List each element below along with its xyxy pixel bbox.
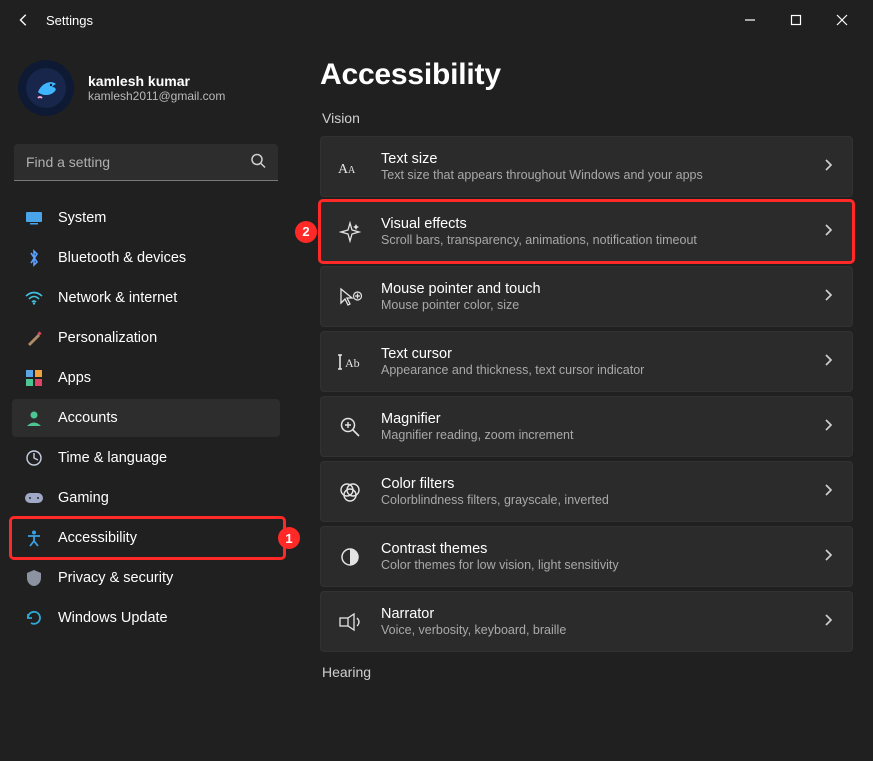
sidebar-item-label: Apps [58, 370, 91, 386]
highlight-badge: 2 [295, 221, 317, 243]
sidebar-item-bluetooth[interactable]: Bluetooth & devices [12, 239, 280, 277]
card-subtitle: Voice, verbosity, keyboard, braille [381, 623, 566, 637]
accounts-icon [24, 408, 44, 428]
card-title: Text size [381, 151, 703, 167]
sidebar-item-label: Time & language [58, 450, 167, 466]
chevron-right-icon [822, 223, 834, 241]
card-text-size[interactable]: AA Text size Text size that appears thro… [320, 136, 853, 197]
card-narrator[interactable]: Narrator Voice, verbosity, keyboard, bra… [320, 591, 853, 652]
chevron-right-icon [822, 158, 834, 176]
sidebar-item-gaming[interactable]: Gaming [12, 479, 280, 517]
card-title: Color filters [381, 476, 609, 492]
chevron-right-icon [822, 483, 834, 501]
sidebar-item-apps[interactable]: Apps [12, 359, 280, 397]
personalization-icon [24, 328, 44, 348]
sidebar-item-label: Accounts [58, 410, 118, 426]
card-magnifier[interactable]: Magnifier Magnifier reading, zoom increm… [320, 396, 853, 457]
card-mouse-pointer[interactable]: Mouse pointer and touch Mouse pointer co… [320, 266, 853, 327]
chevron-right-icon [822, 548, 834, 566]
highlight-box [9, 516, 286, 560]
sidebar-item-time-language[interactable]: Time & language [12, 439, 280, 477]
sidebar-item-label: Bluetooth & devices [58, 250, 186, 266]
chevron-right-icon [822, 418, 834, 436]
visual-effects-icon [337, 219, 363, 245]
card-color-filters[interactable]: Color filters Colorblindness filters, gr… [320, 461, 853, 522]
profile-block[interactable]: kamlesh kumar kamlesh2011@gmail.com [12, 50, 280, 126]
cards-list: AA Text size Text size that appears thro… [320, 136, 853, 652]
window-controls [727, 4, 865, 36]
avatar [18, 60, 74, 116]
sidebar-item-label: Personalization [58, 330, 157, 346]
sidebar-item-accessibility[interactable]: Accessibility1 [12, 519, 280, 557]
card-subtitle: Colorblindness filters, grayscale, inver… [381, 493, 609, 507]
chevron-right-icon [822, 613, 834, 631]
section-header: Hearing [322, 664, 853, 680]
sidebar-item-personalization[interactable]: Personalization [12, 319, 280, 357]
text-cursor-icon: Ab [337, 349, 363, 375]
gaming-icon [24, 488, 44, 508]
sidebar-item-network[interactable]: Network & internet [12, 279, 280, 317]
card-subtitle: Mouse pointer color, size [381, 298, 541, 312]
sidebar-item-label: System [58, 210, 106, 226]
apps-icon [24, 368, 44, 388]
card-subtitle: Text size that appears throughout Window… [381, 168, 703, 182]
svg-text:Ab: Ab [345, 356, 360, 370]
section-header: Vision [322, 110, 853, 126]
sidebar-nav: System Bluetooth & devices Network & int… [12, 199, 280, 637]
card-subtitle: Scroll bars, transparency, animations, n… [381, 233, 697, 247]
card-title: Mouse pointer and touch [381, 281, 541, 297]
card-subtitle: Color themes for low vision, light sensi… [381, 558, 619, 572]
minimize-button[interactable] [727, 4, 773, 36]
titlebar: Settings [0, 0, 873, 40]
card-title: Magnifier [381, 411, 573, 427]
card-title: Narrator [381, 606, 566, 622]
maximize-button[interactable] [773, 4, 819, 36]
narrator-icon [337, 609, 363, 635]
sidebar-item-system[interactable]: System [12, 199, 280, 237]
svg-text:A: A [348, 165, 356, 176]
windows-update-icon [24, 608, 44, 628]
network-icon [24, 288, 44, 308]
card-title: Contrast themes [381, 541, 619, 557]
card-visual-effects[interactable]: Visual effects Scroll bars, transparency… [320, 201, 853, 262]
card-subtitle: Appearance and thickness, text cursor in… [381, 363, 644, 377]
sidebar: kamlesh kumar kamlesh2011@gmail.com Syst… [0, 40, 292, 761]
sidebar-item-label: Accessibility [58, 530, 137, 546]
sidebar-item-windows-update[interactable]: Windows Update [12, 599, 280, 637]
chevron-right-icon [822, 288, 834, 306]
time-language-icon [24, 448, 44, 468]
privacy-icon [24, 568, 44, 588]
page-title: Accessibility [320, 58, 853, 92]
search-container [14, 144, 278, 181]
profile-email: kamlesh2011@gmail.com [88, 89, 225, 103]
sidebar-item-label: Privacy & security [58, 570, 173, 586]
sidebar-item-label: Network & internet [58, 290, 177, 306]
sidebar-item-label: Gaming [58, 490, 109, 506]
window-title: Settings [46, 13, 93, 28]
card-subtitle: Magnifier reading, zoom increment [381, 428, 573, 442]
text-size-icon: AA [337, 154, 363, 180]
main-content: Accessibility Vision AA Text size Text s… [292, 40, 873, 761]
search-input[interactable] [14, 144, 278, 181]
sidebar-item-label: Windows Update [58, 610, 168, 626]
sidebar-item-accounts[interactable]: Accounts [12, 399, 280, 437]
bluetooth-icon [24, 248, 44, 268]
chevron-right-icon [822, 353, 834, 371]
magnifier-icon [337, 414, 363, 440]
profile-name: kamlesh kumar [88, 73, 225, 89]
color-filters-icon [337, 479, 363, 505]
highlight-badge: 1 [278, 527, 300, 549]
card-contrast[interactable]: Contrast themes Color themes for low vis… [320, 526, 853, 587]
close-button[interactable] [819, 4, 865, 36]
sidebar-item-privacy[interactable]: Privacy & security [12, 559, 280, 597]
card-title: Text cursor [381, 346, 644, 362]
card-text-cursor[interactable]: Ab Text cursor Appearance and thickness,… [320, 331, 853, 392]
card-title: Visual effects [381, 216, 697, 232]
mouse-pointer-icon [337, 284, 363, 310]
accessibility-icon [24, 528, 44, 548]
search-icon [250, 152, 266, 173]
back-button[interactable] [8, 4, 40, 36]
system-icon [24, 208, 44, 228]
contrast-icon [337, 544, 363, 570]
